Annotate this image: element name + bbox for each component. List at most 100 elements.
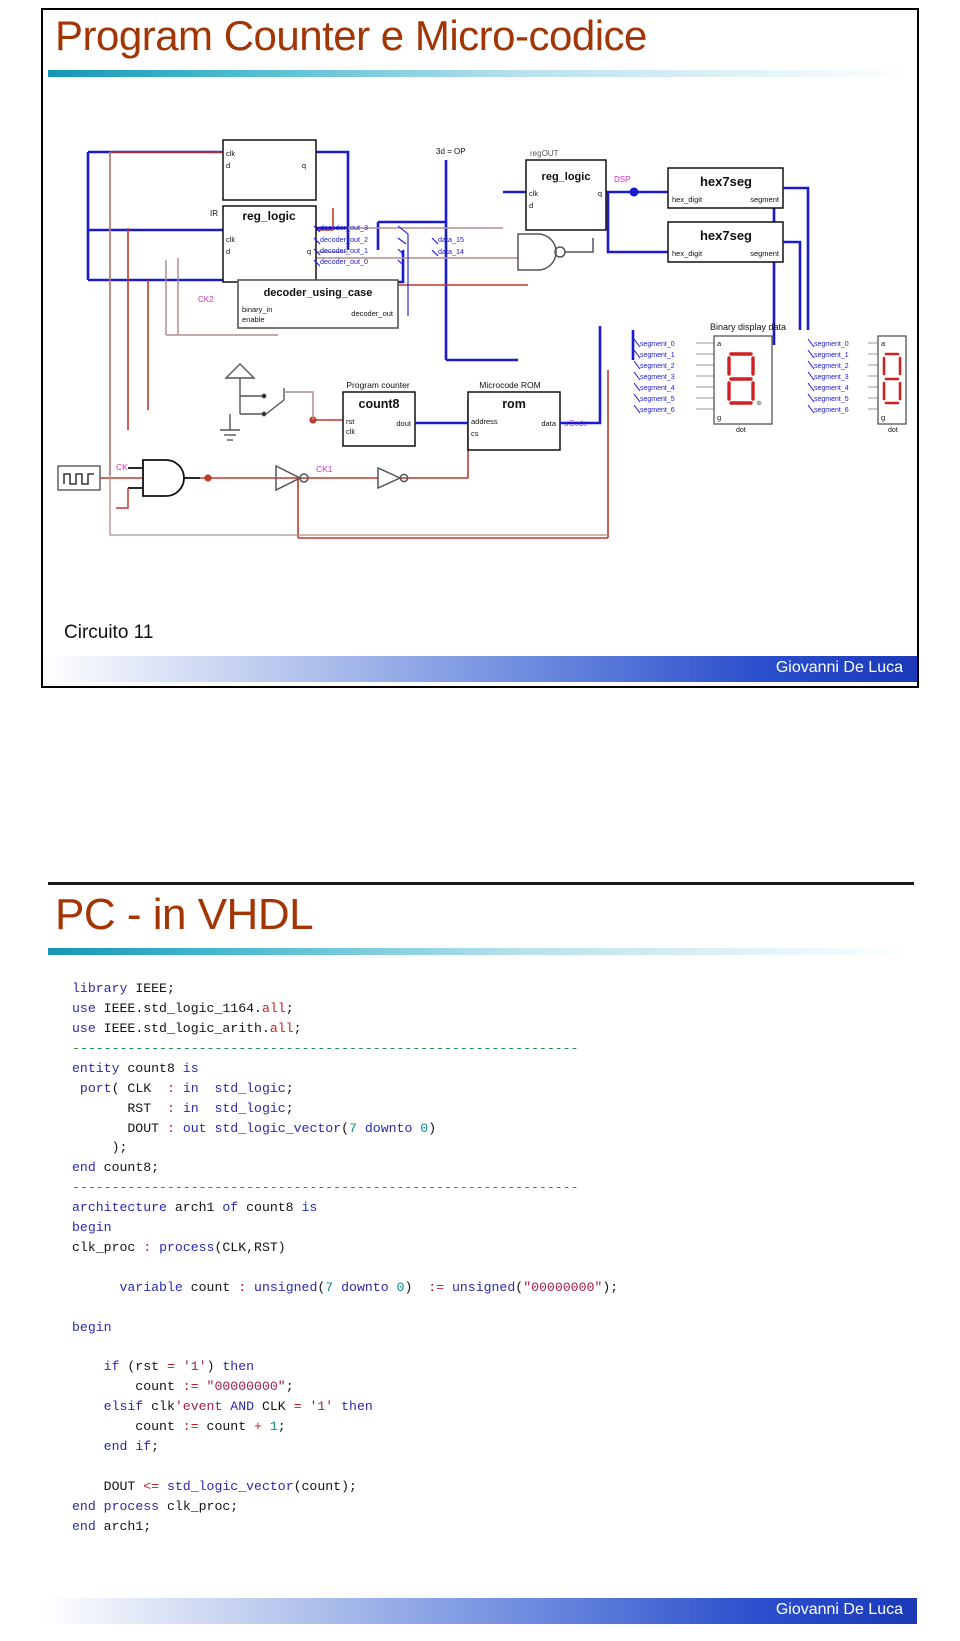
port-label-binary-in: binary_in bbox=[242, 305, 272, 314]
slide-program-counter: Program Counter e Micro-codice clk d q I… bbox=[0, 0, 960, 700]
title-underline-rule bbox=[48, 70, 914, 77]
code-token: : bbox=[238, 1279, 247, 1295]
code-token: : bbox=[166, 1120, 175, 1136]
slide-caption: Circuito 11 bbox=[64, 622, 154, 643]
block-microcode-rom: Microcode ROM rom address cs data uCode bbox=[415, 326, 602, 451]
code-token: ; bbox=[293, 1021, 302, 1036]
code-token: if bbox=[103, 1359, 120, 1375]
code-token: elsif bbox=[103, 1399, 144, 1415]
code-token: then bbox=[341, 1399, 373, 1415]
code-token: := bbox=[428, 1279, 445, 1295]
net-label-ck1: CK1 bbox=[316, 464, 333, 474]
code-line: begin bbox=[72, 1318, 618, 1338]
code-token: count8 bbox=[119, 1060, 183, 1076]
code-token: (CLK,RST) bbox=[214, 1239, 286, 1255]
code-token: AND bbox=[230, 1399, 255, 1415]
block-title-rom: rom bbox=[502, 397, 526, 411]
net-label-segment-4: segment_4 bbox=[814, 385, 849, 392]
net-label-segment-6: segment_6 bbox=[640, 407, 675, 414]
instance-label-microcode-rom: Microcode ROM bbox=[479, 380, 540, 390]
block-program-counter: Program counter count8 rst clk dout bbox=[309, 380, 416, 447]
code-token: ); bbox=[602, 1279, 619, 1295]
annotation-op-note: 3d = OP bbox=[436, 147, 466, 156]
junction-dot bbox=[629, 187, 639, 197]
reset-switch-circuit[interactable] bbox=[220, 363, 285, 441]
code-token: count bbox=[72, 1419, 183, 1435]
code-token: := bbox=[182, 1419, 199, 1435]
code-token: downto bbox=[341, 1279, 389, 1295]
code-token: ( CLK bbox=[111, 1080, 167, 1096]
block-title-decoder: decoder_using_case bbox=[264, 287, 373, 299]
port-label-d: d bbox=[529, 201, 533, 210]
footer-author-name: Giovanni De Luca bbox=[775, 659, 903, 676]
code-token: out bbox=[182, 1120, 207, 1136]
code-token: = bbox=[166, 1359, 175, 1375]
code-token: in bbox=[182, 1080, 199, 1096]
code-token: is bbox=[301, 1200, 318, 1216]
code-token: DOUT bbox=[72, 1120, 167, 1136]
port-label-hex-digit: hex_digit bbox=[672, 249, 703, 258]
code-token: if bbox=[135, 1439, 152, 1455]
code-line: port( CLK : in std_logic; bbox=[72, 1079, 618, 1099]
net-label-decoder-out-0: decoder_out_0 bbox=[320, 257, 368, 266]
net-label-decoder-out-2: decoder_out_2 bbox=[320, 235, 368, 244]
code-token: use bbox=[72, 1021, 96, 1036]
block-hex7seg-2: hex7seg hex_digit segment bbox=[667, 221, 784, 263]
code-token: ) bbox=[404, 1279, 429, 1295]
nand-gate bbox=[517, 233, 594, 271]
port-label-address: address bbox=[471, 417, 498, 426]
code-token: + bbox=[254, 1419, 262, 1435]
page-title: Program Counter e Micro-codice bbox=[55, 12, 647, 59]
net-label-segment-6: segment_6 bbox=[814, 407, 849, 414]
code-token: of bbox=[222, 1200, 239, 1216]
instance-label-regout: regOUT bbox=[530, 149, 559, 158]
port-label-clk: clk bbox=[226, 235, 235, 244]
code-line: elsif clk'event AND CLK = '1' then bbox=[72, 1397, 618, 1417]
code-token: begin bbox=[72, 1220, 112, 1236]
code-token: : bbox=[143, 1239, 152, 1255]
code-line: use IEEE.std_logic_arith.all; bbox=[72, 1019, 618, 1039]
code-line: ); bbox=[72, 1138, 618, 1158]
port-label-clk: clk bbox=[346, 427, 355, 436]
code-token: DOUT bbox=[72, 1478, 144, 1494]
code-token: 'event bbox=[174, 1399, 223, 1415]
net-label-decoder-out-1: decoder_out_1 bbox=[320, 246, 368, 255]
port-label-clk: clk bbox=[529, 189, 538, 198]
port-label-q: q bbox=[307, 247, 311, 256]
port-label-d: d bbox=[226, 161, 230, 170]
code-token: library bbox=[72, 981, 128, 997]
port-label-dout: dout bbox=[396, 419, 412, 428]
net-label-segment-3: segment_3 bbox=[814, 374, 849, 381]
port-label-rst: rst bbox=[346, 417, 355, 426]
code-line: entity count8 is bbox=[72, 1059, 618, 1079]
annotation-binary-display-data: Binary display data bbox=[710, 322, 786, 332]
block-decoder-using-case: decoder_using_case binary_in enable deco… bbox=[198, 279, 399, 329]
code-token: clk_proc; bbox=[159, 1498, 239, 1514]
code-line: use IEEE.std_logic_1164.all; bbox=[72, 999, 618, 1019]
code-token: std_logic_vector bbox=[214, 1120, 342, 1136]
code-token: use bbox=[72, 1001, 96, 1017]
port-label-segment: segment bbox=[750, 195, 780, 204]
code-token: : bbox=[166, 1100, 175, 1116]
code-token: count8 bbox=[238, 1200, 302, 1216]
net-label-segment-2: segment_2 bbox=[814, 363, 849, 370]
code-token: std_logic bbox=[214, 1080, 286, 1096]
block-reg-logic-regout: regOUT reg_logic clk d q DSP bbox=[525, 149, 639, 231]
code-token: ( bbox=[515, 1279, 524, 1295]
port-label-segment: segment bbox=[750, 249, 780, 258]
code-token: 7 bbox=[349, 1120, 357, 1136]
code-line: clk_proc : process(CLK,RST) bbox=[72, 1238, 618, 1258]
code-token: ); bbox=[72, 1140, 128, 1156]
